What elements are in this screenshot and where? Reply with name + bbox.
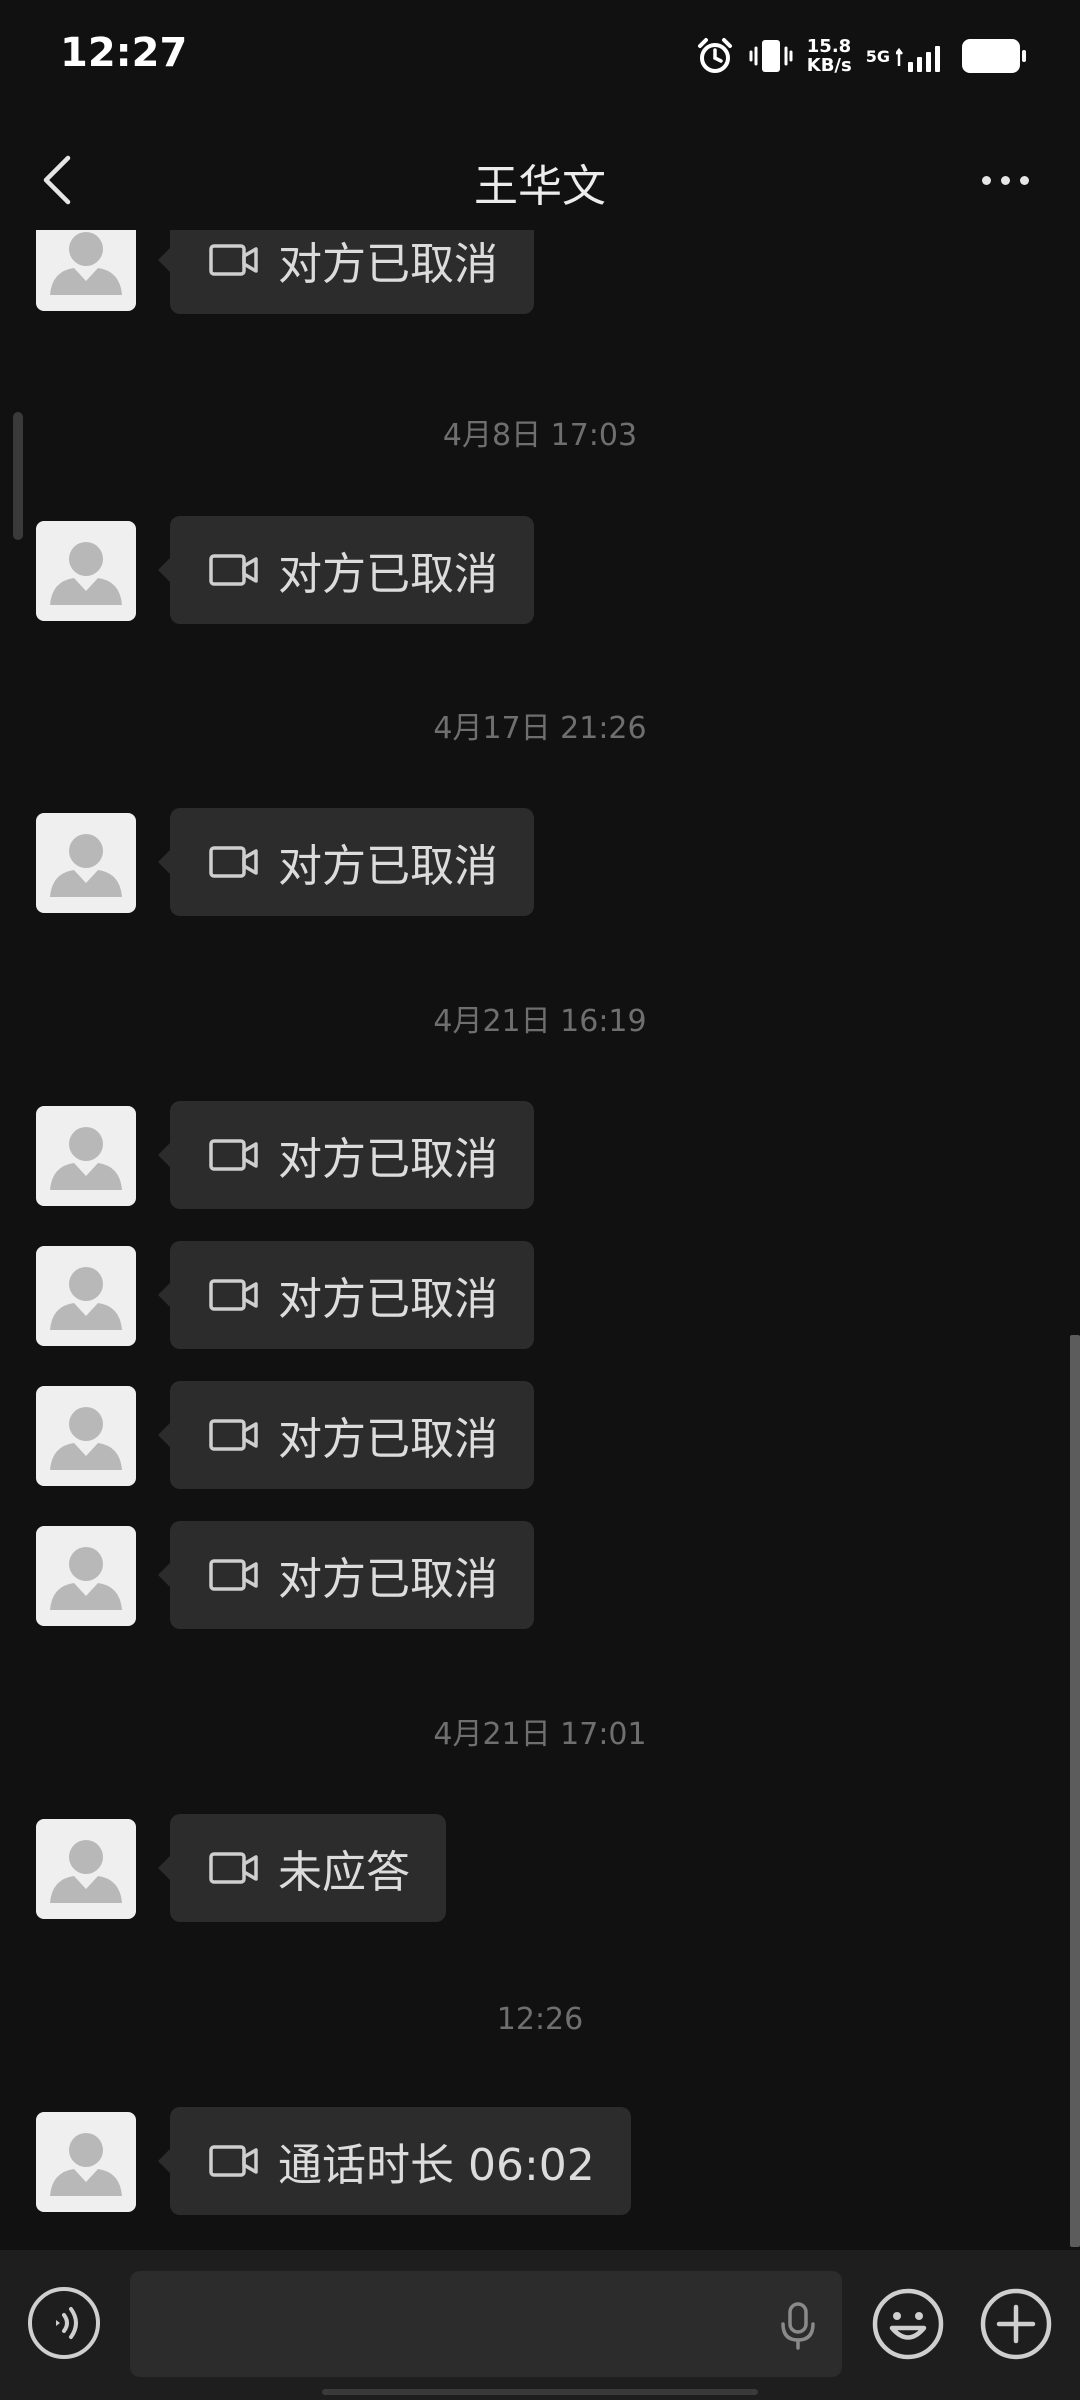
video-camera-icon <box>209 554 258 586</box>
person-placeholder-icon <box>50 232 122 295</box>
chat-title: 王华文 <box>474 161 606 212</box>
video-camera-icon <box>209 1139 258 1171</box>
chat-header: 王华文 <box>0 110 1080 250</box>
more-dot <box>1000 175 1010 185</box>
person-placeholder-icon <box>50 1127 122 1190</box>
timestamp: 4月8日 17:03 <box>442 418 638 453</box>
net-speed-unit: KB/s <box>806 55 852 76</box>
call-message-text: 对方已取消 <box>278 1554 498 1605</box>
call-message-bubble[interactable]: 对方已取消 <box>158 1241 534 1349</box>
call-message-text: 对方已取消 <box>278 1414 498 1465</box>
call-message-bubble[interactable]: 对方已取消 <box>158 230 534 314</box>
home-indicator[interactable] <box>322 2389 758 2395</box>
timestamp: 4月21日 17:01 <box>433 1717 647 1752</box>
message-list[interactable]: 对方已取消 4月8日 17:03 对方已取消 4月17日 21:26 对方已取消… <box>0 230 1080 2250</box>
voice-toggle-button[interactable] <box>28 2287 100 2359</box>
message-input[interactable] <box>130 2271 842 2377</box>
person-placeholder-icon <box>50 2133 122 2196</box>
edge-scroll-handle[interactable] <box>13 412 23 540</box>
more-dots-icon <box>981 175 991 185</box>
emoji-icon[interactable] <box>871 2287 945 2361</box>
avatar[interactable] <box>36 230 136 311</box>
status-icons: 15.8 KB/s 5G <box>695 34 1026 78</box>
input-bar <box>0 2250 1080 2400</box>
vibrate-icon <box>749 40 793 72</box>
call-message-text: 未应答 <box>278 1847 410 1898</box>
battery-icon <box>962 39 1026 73</box>
call-message-bubble[interactable]: 对方已取消 <box>158 1101 534 1209</box>
person-placeholder-icon <box>50 1547 122 1610</box>
video-camera-icon <box>209 2145 258 2177</box>
call-message-text: 对方已取消 <box>278 239 498 290</box>
video-camera-icon <box>209 1419 258 1451</box>
person-placeholder-icon <box>50 542 122 605</box>
call-message-text: 对方已取消 <box>278 841 498 892</box>
person-placeholder-icon <box>50 1267 122 1330</box>
call-message-text: 对方已取消 <box>278 1134 498 1185</box>
call-message-text: 对方已取消 <box>278 1274 498 1325</box>
avatar[interactable] <box>36 1526 136 1626</box>
microphone-icon[interactable] <box>778 2301 818 2351</box>
call-message-bubble[interactable]: 对方已取消 <box>158 1381 534 1489</box>
avatar[interactable] <box>36 813 136 913</box>
avatar[interactable] <box>36 1819 136 1919</box>
more-dot <box>1019 175 1029 185</box>
call-message-text: 对方已取消 <box>278 549 498 600</box>
call-message-bubble[interactable]: 对方已取消 <box>158 808 534 916</box>
alarm-icon <box>697 38 732 73</box>
avatar[interactable] <box>36 1386 136 1486</box>
avatar[interactable] <box>36 521 136 621</box>
person-placeholder-icon <box>50 1407 122 1470</box>
timestamp: 4月21日 16:19 <box>433 1004 647 1039</box>
call-message-text: 通话时长 06:02 <box>278 2140 595 2191</box>
person-placeholder-icon <box>50 834 122 897</box>
plus-icon[interactable] <box>979 2287 1053 2361</box>
net-speed: 15.8 KB/s <box>807 37 852 75</box>
status-bar: 12:27 15.8 KB/s 5G <box>0 0 1080 110</box>
video-camera-icon <box>209 1852 258 1884</box>
signal-icon <box>896 46 940 72</box>
voice-mode-icon <box>56 2307 78 2339</box>
net-speed-value: 15.8 <box>806 36 852 57</box>
avatar[interactable] <box>36 1106 136 1206</box>
status-time: 12:27 <box>60 30 188 76</box>
video-camera-icon <box>209 1559 258 1591</box>
call-message-bubble[interactable]: 对方已取消 <box>158 516 534 624</box>
timestamp: 4月17日 21:26 <box>433 711 647 746</box>
more-button[interactable] <box>970 150 1040 210</box>
video-camera-icon <box>209 1279 258 1311</box>
avatar[interactable] <box>36 1246 136 1346</box>
network-type-label: 5G <box>865 46 890 66</box>
call-message-bubble[interactable]: 未应答 <box>158 1814 446 1922</box>
timestamp: 12:26 <box>496 2002 584 2037</box>
call-message-bubble[interactable]: 通话时长 06:02 <box>158 2107 631 2215</box>
scrollbar[interactable] <box>1070 1335 1080 2247</box>
video-camera-icon <box>209 244 258 276</box>
video-camera-icon <box>209 846 258 878</box>
call-message-bubble[interactable]: 对方已取消 <box>158 1521 534 1629</box>
avatar[interactable] <box>36 2112 136 2212</box>
person-placeholder-icon <box>50 1840 122 1903</box>
